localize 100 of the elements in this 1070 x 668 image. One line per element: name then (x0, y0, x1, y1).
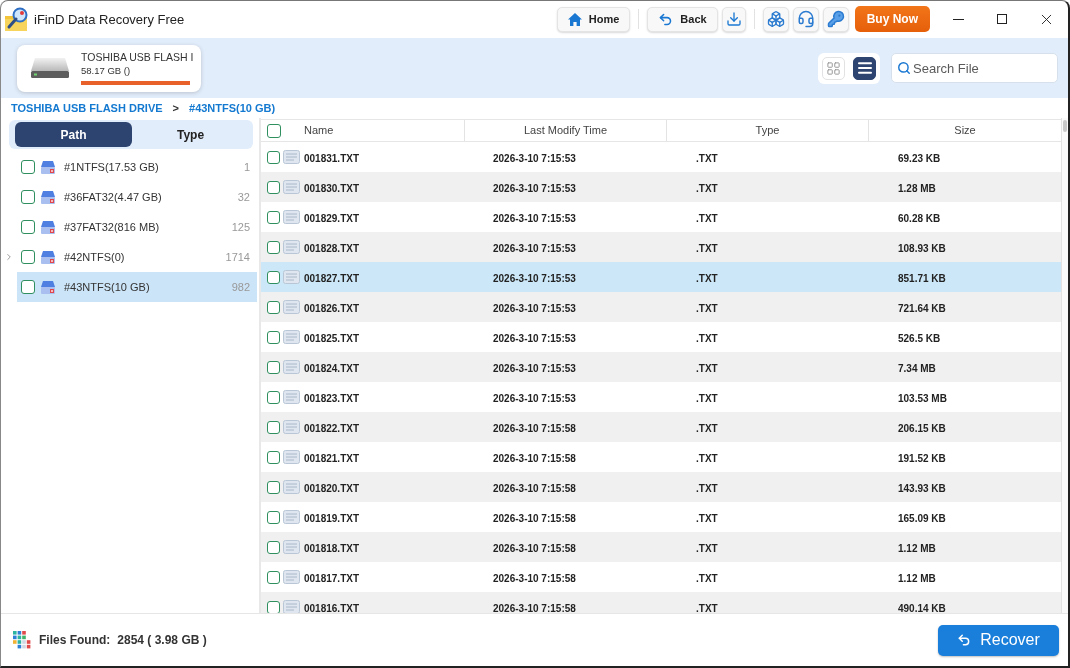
file-size: 1.28 MB (898, 183, 936, 194)
home-icon (567, 12, 582, 26)
sidebar-tab[interactable]: Path (15, 122, 132, 147)
checkbox[interactable] (267, 360, 280, 374)
file-size: 7.34 MB (898, 363, 936, 374)
checkbox[interactable] (267, 600, 280, 613)
checkbox[interactable] (21, 250, 35, 264)
modified-time: 2026-3-10 7:15:58 (493, 453, 576, 464)
partition-label: #36FAT32(4.47 GB) (64, 191, 162, 203)
file-row[interactable]: 001820.TXT 2026-3-10 7:15:58 .TXT 143.93 KB (261, 472, 1061, 502)
file-icon (283, 510, 300, 524)
checkbox[interactable] (21, 220, 35, 234)
drive-capacity: 58.17 GB () (81, 65, 132, 77)
checkbox[interactable] (267, 540, 280, 554)
file-name: 001822.TXT (304, 423, 360, 434)
file-size: 490.14 KB (898, 603, 946, 613)
checkbox[interactable] (267, 300, 280, 314)
file-type: .TXT (696, 603, 718, 613)
file-count: 1714 (225, 251, 250, 263)
file-size: 206.15 KB (898, 423, 946, 434)
partition-item[interactable]: #36FAT32(4.47 GB) 32 (17, 182, 257, 212)
file-size: 1.12 MB (898, 543, 936, 554)
file-name: 001817.TXT (304, 573, 360, 584)
home-button[interactable]: Home (556, 6, 631, 32)
modified-time: 2026-3-10 7:15:53 (493, 243, 576, 254)
checkbox[interactable] (267, 240, 280, 254)
drive-icon (41, 250, 55, 264)
drive-icon (41, 280, 55, 294)
list-view-button[interactable] (853, 56, 876, 80)
chevron-icon[interactable] (4, 252, 14, 262)
network-button[interactable] (762, 6, 789, 32)
checkbox[interactable] (267, 390, 280, 404)
return-arrow-icon (957, 633, 972, 647)
file-row[interactable]: 001828.TXT 2026-3-10 7:15:53 .TXT 108.93 KB (261, 232, 1061, 262)
scrollbar[interactable] (1061, 118, 1068, 613)
file-icon (283, 330, 300, 344)
file-row[interactable]: 001816.TXT 2026-3-10 7:15:58 .TXT 490.14 KB (261, 592, 1061, 613)
file-type: .TXT (696, 393, 718, 404)
back-button[interactable]: Back (647, 6, 718, 32)
file-icon (283, 210, 300, 224)
checkbox[interactable] (267, 330, 280, 344)
breadcrumb-link[interactable]: #43NTFS(10 GB) (189, 102, 276, 114)
file-row[interactable]: 001822.TXT 2026-3-10 7:15:58 .TXT 206.15 KB (261, 412, 1061, 442)
partition-item[interactable]: #37FAT32(816 MB) 125 (17, 212, 257, 242)
file-type: .TXT (696, 273, 718, 284)
checkbox[interactable] (267, 420, 280, 434)
file-name: 001824.TXT (304, 363, 360, 374)
file-name: 001825.TXT (304, 333, 360, 344)
file-row[interactable]: 001827.TXT 2026-3-10 7:15:53 .TXT 851.71 KB (261, 262, 1061, 292)
column-header[interactable]: Type (666, 120, 868, 141)
checkbox[interactable] (267, 210, 280, 224)
file-count: 982 (231, 281, 250, 293)
partition-label: #42NTFS(0) (64, 251, 125, 263)
checkbox[interactable] (267, 480, 280, 494)
grid-view-button[interactable] (822, 56, 845, 80)
file-type: .TXT (696, 183, 718, 194)
modified-time: 2026-3-10 7:15:53 (493, 183, 576, 194)
checkbox[interactable] (267, 570, 280, 584)
download-icon (725, 11, 742, 27)
key-button[interactable] (822, 6, 849, 32)
key-icon (826, 10, 845, 28)
checkbox[interactable] (267, 510, 280, 524)
file-row[interactable]: 001826.TXT 2026-3-10 7:15:53 .TXT 721.64 KB (261, 292, 1061, 322)
file-type: .TXT (696, 453, 718, 464)
minimize-icon (952, 18, 964, 20)
drive-card[interactable]: TOSHIBA USB FLASH I 58.17 GB () (17, 44, 201, 92)
modified-time: 2026-3-10 7:15:58 (493, 423, 576, 434)
support-button[interactable] (792, 6, 819, 32)
checkbox[interactable] (21, 280, 35, 294)
file-row[interactable]: 001824.TXT 2026-3-10 7:15:53 .TXT 7.34 MB (261, 352, 1061, 382)
breadcrumb-link[interactable]: TOSHIBA USB FLASH DRIVE (11, 102, 163, 114)
partition-item[interactable]: #43NTFS(10 GB) 982 (17, 272, 257, 302)
checkbox[interactable] (267, 123, 281, 138)
checkbox[interactable] (267, 180, 280, 194)
file-icon (283, 270, 300, 284)
file-type: .TXT (696, 333, 718, 344)
checkbox[interactable] (267, 150, 280, 164)
file-row[interactable]: 001818.TXT 2026-3-10 7:15:58 .TXT 1.12 MB (261, 532, 1061, 562)
checkbox[interactable] (267, 450, 280, 464)
file-size: 60.28 KB (898, 213, 941, 224)
file-icon (283, 570, 300, 584)
headset-icon (796, 10, 815, 28)
checkbox[interactable] (267, 270, 280, 284)
partition-item[interactable]: #1NTFS(17.53 GB) 1 (17, 152, 257, 182)
download-button[interactable] (721, 6, 746, 32)
file-size: 526.5 KB (898, 333, 941, 344)
recover-button[interactable]: Recover (938, 624, 1059, 656)
modified-time: 2026-3-10 7:15:53 (493, 303, 576, 314)
modified-time: 2026-3-10 7:15:53 (493, 363, 576, 374)
checkbox[interactable] (21, 190, 35, 204)
file-icon (283, 150, 300, 164)
file-type: .TXT (696, 423, 718, 434)
search-field[interactable]: Search File (891, 53, 1058, 83)
cubes-icon (766, 10, 785, 28)
sidebar-tab[interactable]: Type (132, 122, 249, 147)
column-header[interactable]: Last Modify Time (464, 120, 666, 141)
column-header[interactable]: Name (304, 120, 464, 141)
file-row[interactable]: 001830.TXT 2026-3-10 7:15:53 .TXT 1.28 MB (261, 172, 1061, 202)
partition-item[interactable]: #42NTFS(0) 1714 (17, 242, 257, 272)
checkbox[interactable] (21, 160, 35, 174)
